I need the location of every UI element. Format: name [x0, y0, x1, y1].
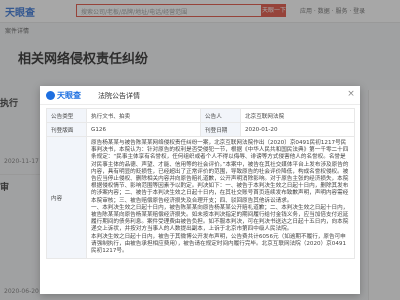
modal-brand: 天眼查	[46, 90, 81, 101]
content-paragraph: 一、本判决生效之日起十日内，被告陈某某向原告杨某某公开赔礼道歉；二、本判决生效之…	[91, 204, 349, 233]
notice-type-value: 执行文书、拍卖	[86, 108, 201, 123]
table-row: 刊登版面 G126 刊登日期 2020-01-20	[46, 122, 355, 137]
content-paragraph: 原告杨某某与被告陈某某网络侵权责任纠纷一案，北京互联网法院作出（2020）京04…	[91, 140, 349, 204]
court-notice-modal: 天眼查 法院公告详情 × 公告类型 执行文书、拍卖 公告人 北京互联网法院 刊登…	[40, 86, 360, 294]
table-row: 内容 原告杨某某与被告陈某某网络侵权责任纠纷一案，北京互联网法院作出（2020）…	[46, 135, 355, 260]
notice-table: 公告类型 执行文书、拍卖 公告人 北京互联网法院 刊登版面 G126 刊登日期 …	[46, 108, 355, 260]
notice-content: 原告杨某某与被告陈某某网络侵权责任纠纷一案，北京互联网法院作出（2020）京04…	[86, 135, 355, 260]
page-section-value: G126	[86, 122, 201, 137]
publish-date-value: 2020-01-20	[240, 122, 355, 137]
announcer-value: 北京互联网法院	[240, 108, 355, 123]
close-icon[interactable]: ×	[346, 89, 356, 99]
eye-logo-icon	[46, 91, 55, 100]
content-paragraph: 本判决生效之日起十日内，被告于其微博公开发布声明，公告费共计6056元（如逾期不…	[91, 233, 347, 255]
page-section-label: 刊登版面	[46, 122, 87, 137]
content-label: 内容	[46, 135, 87, 260]
publish-date-label: 刊登日期	[200, 122, 241, 137]
modal-header: 天眼查 法院公告详情 ×	[40, 86, 360, 105]
table-row: 公告类型 执行文书、拍卖 公告人 北京互联网法院	[46, 108, 355, 123]
announcer-label: 公告人	[200, 108, 241, 123]
notice-type-label: 公告类型	[46, 108, 87, 123]
brand-name: 天眼查	[57, 91, 81, 100]
modal-title: 法院公告详情	[98, 92, 140, 100]
